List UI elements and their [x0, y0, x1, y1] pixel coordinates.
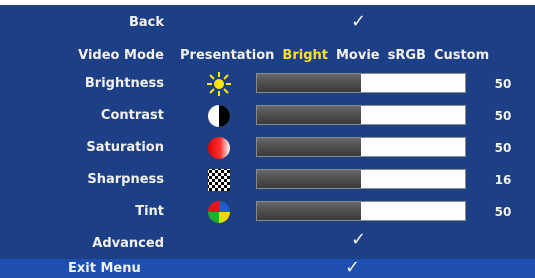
sharpness-slider[interactable] — [256, 169, 466, 189]
video-mode-bright[interactable]: Bright — [282, 48, 328, 63]
video-mode-label: Video Mode — [78, 48, 164, 63]
contrast-slider[interactable] — [256, 105, 466, 125]
osd-menu-panel: Back ✓ Video Mode Presentation Bright Movi… — [6, 5, 527, 252]
exit-check-icon[interactable]: ✓ — [345, 259, 360, 277]
exit-menu-label[interactable]: Exit Menu — [68, 260, 141, 277]
tint-value: 50 — [494, 205, 512, 219]
checkerboard-icon — [208, 169, 230, 191]
sharpness-slider-fill — [257, 170, 361, 188]
saturation-label: Saturation — [86, 140, 164, 155]
saturation-slider-fill — [257, 138, 361, 156]
brightness-slider[interactable] — [256, 73, 466, 93]
brightness-label: Brightness — [84, 76, 164, 91]
sharpness-label: Sharpness — [87, 172, 164, 187]
sun-icon — [207, 72, 231, 96]
saturation-value: 50 — [494, 141, 512, 155]
tint-label: Tint — [135, 204, 164, 219]
contrast-value: 50 — [494, 109, 512, 123]
tint-slider-fill — [257, 202, 361, 220]
sharpness-value: 16 — [494, 173, 512, 187]
back-check-icon[interactable]: ✓ — [351, 13, 366, 31]
advanced-check-icon[interactable]: ✓ — [351, 231, 366, 249]
saturation-sphere-icon — [208, 137, 230, 159]
exit-menu-bar[interactable]: Exit Menu ✓ — [0, 259, 535, 278]
video-mode-options: Presentation Bright Movie sRGB Custom — [180, 48, 497, 64]
advanced-label[interactable]: Advanced — [92, 236, 164, 252]
brightness-value: 50 — [494, 77, 512, 91]
video-mode-movie[interactable]: Movie — [336, 48, 380, 63]
video-mode-custom[interactable]: Custom — [434, 48, 489, 63]
contrast-slider-fill — [257, 106, 361, 124]
saturation-slider[interactable] — [256, 137, 466, 157]
contrast-label: Contrast — [100, 108, 164, 123]
tint-slider[interactable] — [256, 201, 466, 221]
back-label[interactable]: Back — [129, 15, 164, 31]
video-mode-srgb[interactable]: sRGB — [388, 48, 426, 63]
video-mode-presentation[interactable]: Presentation — [180, 48, 274, 63]
brightness-slider-fill — [257, 74, 361, 92]
color-wheel-icon — [208, 201, 230, 223]
contrast-circle-icon — [208, 105, 230, 127]
